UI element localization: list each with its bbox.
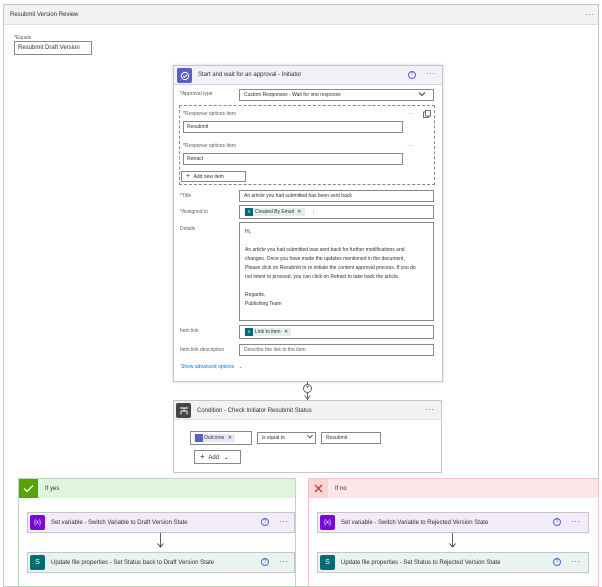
scope-header[interactable] — [4, 5, 598, 25]
show-advanced-options-link[interactable]: Show advanced options ⌄ — [181, 364, 243, 370]
approval-more-icon[interactable]: ··· — [426, 70, 436, 78]
approval-small-icon — [195, 434, 203, 442]
close-icon — [309, 479, 328, 498]
set-variable-yes-title: Set variable - Switch Variable to Draft … — [51, 520, 188, 526]
more-icon[interactable]: ··· — [279, 518, 289, 526]
check-icon — [19, 479, 38, 498]
scope-title: Resubmit Version Review — [10, 12, 79, 18]
details-line: not intent to proceed, you can click on … — [245, 274, 400, 280]
sharepoint-icon: S — [320, 555, 335, 570]
help-icon[interactable]: ? — [261, 558, 269, 566]
update-file-no-title: Update file properties - Set Status to R… — [341, 560, 501, 566]
token-close-icon[interactable]: ✕ — [228, 435, 232, 441]
arrow-down-icon — [449, 543, 456, 550]
condition-add-button[interactable]: + Add ⌄ — [194, 450, 241, 464]
more-icon[interactable]: ··· — [571, 518, 581, 526]
item-link-label: Item link — [180, 328, 199, 334]
branch-if-no-label: If no — [335, 486, 347, 492]
branch-if-yes-label: If yes — [45, 486, 60, 492]
approval-help-icon[interactable]: ? — [408, 71, 416, 79]
response-item-1-input[interactable]: Resubmit — [183, 121, 403, 133]
more-icon[interactable]: ··· — [279, 558, 289, 566]
details-textarea[interactable]: Hi, An article you had submitted was sen… — [239, 222, 434, 321]
details-line: Please click on Resubmit to re initiate … — [245, 265, 416, 271]
details-line — [245, 237, 433, 246]
add-new-item-button[interactable]: + Add new item — [181, 171, 246, 182]
response-item-2-input[interactable]: Retract — [183, 153, 403, 165]
add-new-item-label: Add new item — [193, 174, 224, 180]
condition-more-icon[interactable]: ··· — [425, 406, 435, 414]
approval-type-label: *Approval type — [180, 91, 213, 97]
update-file-yes-title: Update file properties - Set Status back… — [51, 560, 215, 566]
item-link-description-input[interactable]: Describe the link to the item — [239, 344, 434, 356]
variable-icon: {x} — [320, 515, 335, 530]
approval-type-select[interactable]: Custom Responses - Wait for one response — [239, 89, 434, 101]
chevron-down-icon: ⌄ — [223, 455, 229, 461]
sharepoint-icon: S — [245, 208, 253, 216]
show-advanced-options-label: Show advanced options — [181, 364, 235, 370]
branch-if-no-header[interactable] — [309, 479, 598, 498]
response-item-1-label: *Response options Item — [183, 111, 237, 117]
arrow-down-icon — [157, 543, 164, 550]
token-close-icon[interactable]: ✕ — [284, 329, 288, 335]
condition-operator-value: is equal to — [262, 435, 285, 441]
details-line — [245, 282, 433, 291]
details-line: An article you had submitted was sent ba… — [245, 247, 405, 253]
item-link-token-label: Link to item — [255, 329, 281, 335]
condition-title: Condition - Check Initiator Resubmit Sta… — [197, 408, 312, 414]
token-close-icon[interactable]: ✕ — [297, 209, 301, 215]
response-item-1-more-icon[interactable]: ··· — [407, 110, 415, 118]
help-icon[interactable]: ? — [553, 558, 561, 566]
variable-icon: {x} — [30, 515, 45, 530]
copy-icon[interactable] — [423, 110, 431, 120]
sharepoint-icon: S — [30, 555, 45, 570]
equals-input[interactable]: Resubmit Draft Version — [14, 41, 92, 55]
branch-if-yes-header[interactable] — [19, 479, 295, 498]
scope-more-icon[interactable]: ··· — [585, 11, 595, 19]
plus-icon: + — [186, 173, 191, 180]
more-icon[interactable]: ··· — [571, 558, 581, 566]
set-variable-no-title: Set variable - Switch Variable to Reject… — [341, 520, 489, 526]
plus-icon: + — [200, 452, 205, 461]
chevron-down-icon: ⌄ — [238, 364, 243, 370]
condition-right-operand[interactable]: Resubmit — [321, 432, 381, 444]
title-input[interactable]: An article you had submitted has been se… — [239, 190, 434, 202]
approval-icon — [177, 68, 192, 83]
chevron-down-icon[interactable] — [307, 434, 313, 441]
approval-type-value: Custom Responses - Wait for one response — [244, 92, 341, 98]
sharepoint-icon: S — [245, 328, 253, 336]
details-line: Hi, — [245, 229, 252, 235]
approval-title: Start and wait for an approval - Initiat… — [198, 72, 302, 78]
assigned-to-token[interactable]: Created By Email ✕ — [244, 208, 305, 216]
outcome-token-label: Outcome — [204, 435, 225, 441]
item-link-description-label: Item link description — [180, 347, 225, 353]
response-item-2-more-icon[interactable]: ··· — [407, 142, 415, 150]
details-label: Details — [180, 226, 196, 232]
condition-icon — [176, 403, 191, 418]
details-line: Regards, — [245, 292, 266, 298]
assigned-to-label: *Assigned to — [180, 209, 209, 215]
details-line: changes. Once you have made the updates … — [245, 256, 405, 262]
title-label: *Title — [180, 193, 192, 199]
help-icon[interactable]: ? — [261, 518, 269, 526]
assigned-to-separator: ; — [313, 209, 315, 215]
chevron-down-icon[interactable] — [418, 91, 426, 99]
response-item-2-label: *Response options Item — [183, 143, 237, 149]
help-icon[interactable]: ? — [553, 518, 561, 526]
insert-step-plus-icon[interactable]: + — [303, 384, 312, 393]
details-line: Publishing Team — [245, 301, 282, 307]
assigned-to-token-label: Created By Email — [255, 209, 294, 215]
condition-add-label: Add — [208, 455, 220, 461]
